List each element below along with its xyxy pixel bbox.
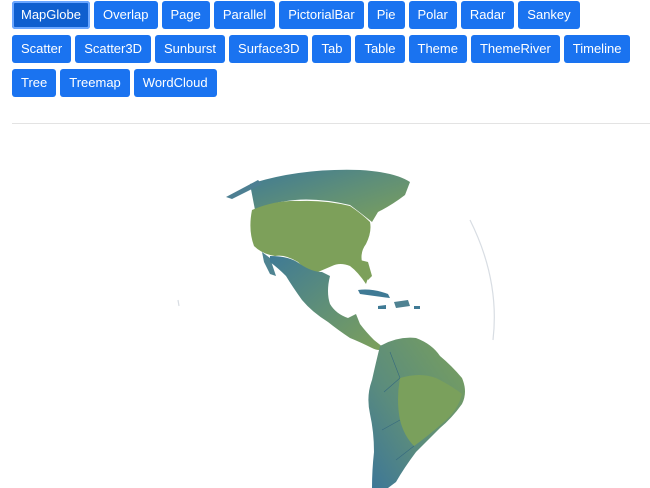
theme-button[interactable]: Theme: [408, 35, 467, 63]
mapglobe-button[interactable]: MapGlobe: [12, 1, 90, 29]
treemap-button[interactable]: Treemap: [60, 69, 130, 97]
tab-button[interactable]: Tab: [312, 35, 352, 63]
surface3d-button[interactable]: Surface3D: [229, 35, 309, 63]
map-globe-chart[interactable]: [0, 124, 650, 488]
parallel-button[interactable]: Parallel: [213, 1, 276, 29]
sankey-button[interactable]: Sankey: [518, 1, 580, 29]
hispaniola: [394, 300, 410, 308]
table-button[interactable]: Table: [355, 35, 405, 63]
overlap-button[interactable]: Overlap: [93, 1, 158, 29]
sunburst-button[interactable]: Sunburst: [155, 35, 226, 63]
page-button[interactable]: Page: [161, 1, 210, 29]
tree-button[interactable]: Tree: [12, 69, 57, 97]
chart-type-toolbar: MapGlobe Overlap Page Parallel Pictorial…: [12, 1, 632, 97]
scatter-button[interactable]: Scatter: [12, 35, 72, 63]
themeriver-button[interactable]: ThemeRiver: [470, 35, 560, 63]
radar-button[interactable]: Radar: [460, 1, 515, 29]
cuba: [358, 289, 390, 298]
globe-rim: [469, 219, 495, 341]
globe-svg[interactable]: [0, 124, 650, 488]
timeline-button[interactable]: Timeline: [563, 35, 631, 63]
scatter3d-button[interactable]: Scatter3D: [75, 35, 151, 63]
pie-button[interactable]: Pie: [367, 1, 405, 29]
polar-button[interactable]: Polar: [408, 1, 457, 29]
pictorialbar-button[interactable]: PictorialBar: [279, 1, 364, 29]
puerto-rico: [414, 306, 420, 309]
globe-rim-left: [177, 299, 180, 307]
wordcloud-button[interactable]: WordCloud: [133, 69, 217, 97]
jamaica: [378, 305, 386, 309]
